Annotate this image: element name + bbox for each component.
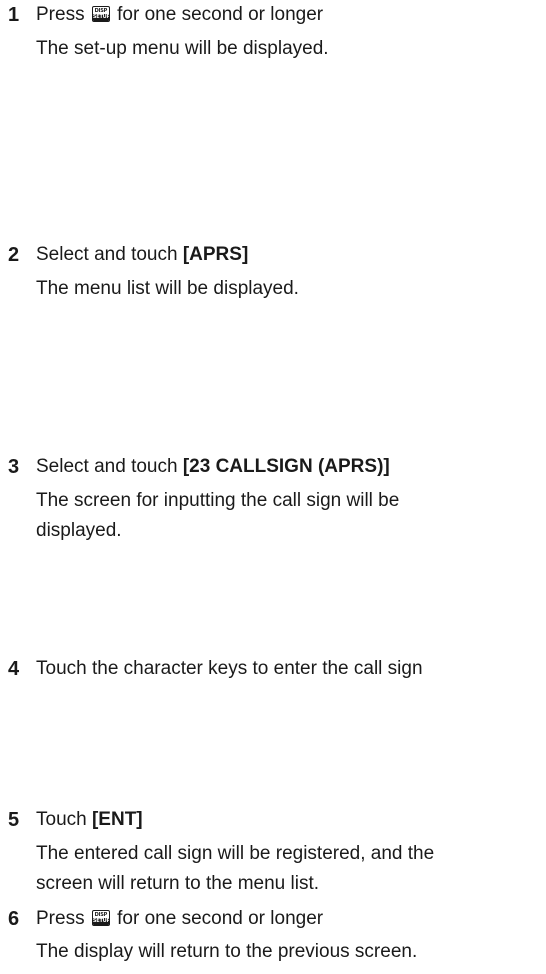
step-title: Press DISP SETUP for one second or longer: [36, 904, 323, 934]
step-title-key: [ENT]: [91, 809, 143, 830]
step-title-suffix: for one second or longer: [117, 908, 324, 929]
step-description: displayed.: [36, 520, 122, 541]
step-title: Touch the character keys to enter the ca…: [36, 658, 423, 679]
step-number: 2: [8, 244, 20, 266]
step-title: Select and touch [APRS]: [36, 240, 248, 270]
key-label-top: DISP: [94, 911, 108, 918]
step-title: Select and touch [23 CALLSIGN (APRS)]: [36, 452, 390, 482]
step-number: 1: [8, 4, 20, 26]
step-description: The entered call sign will be registered…: [36, 843, 435, 864]
step-description: The menu list will be displayed.: [36, 278, 299, 299]
step-title-prefix: Press: [36, 908, 85, 929]
step-description: The screen for inputting the call sign w…: [36, 490, 400, 511]
step-number: 4: [8, 658, 20, 680]
step-number: 3: [8, 456, 20, 478]
key-label-bottom: SETUP: [92, 918, 110, 925]
step-number: 5: [8, 809, 20, 831]
step-description: screen will return to the menu list.: [36, 873, 320, 894]
key-label-bottom: SETUP: [92, 14, 110, 21]
step-title-prefix: Touch: [36, 809, 87, 830]
step-title-key: [23 CALLSIGN (APRS)]: [182, 456, 390, 477]
step-description: The display will return to the previous …: [36, 941, 418, 962]
step-title-prefix: Select and touch: [36, 456, 178, 477]
step-title: Touch [ENT]: [36, 805, 143, 835]
key-label-top: DISP: [94, 7, 108, 14]
step-title-suffix: for one second or longer: [117, 4, 324, 25]
step-title: Press DISP SETUP for one second or longer: [36, 0, 323, 30]
step-number: 6: [8, 908, 20, 930]
disp-setup-key-icon: DISP SETUP: [91, 910, 110, 926]
step-title-key: [APRS]: [182, 244, 249, 265]
step-description: The set-up menu will be displayed.: [36, 38, 329, 59]
step-title-prefix: Press: [36, 4, 85, 25]
step-title-prefix: Select and touch: [36, 244, 178, 265]
disp-setup-key-icon: DISP SETUP: [91, 6, 110, 22]
